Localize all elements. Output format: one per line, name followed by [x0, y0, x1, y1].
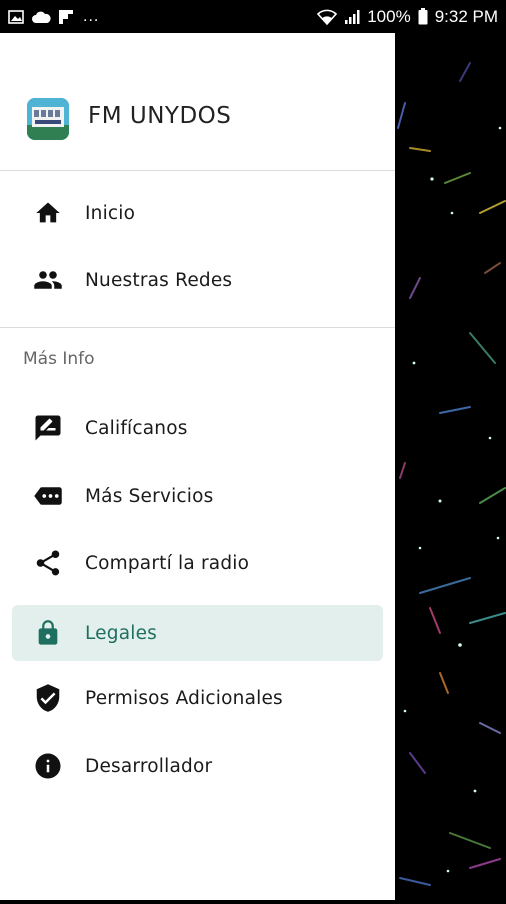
clock: 9:32 PM	[434, 6, 498, 26]
nav-item-nuestras-redes[interactable]: Nuestras Redes	[12, 252, 383, 308]
home-icon	[32, 197, 64, 229]
image-notification-icon	[8, 9, 24, 25]
nav-item-label: Inicio	[85, 202, 136, 224]
nav-item-label: Legales	[85, 622, 158, 644]
nav-item-label: Compartí la radio	[85, 552, 250, 574]
share-icon	[32, 547, 64, 579]
nav-item-label: Permisos Adicionales	[85, 687, 283, 709]
section-divider	[0, 327, 395, 328]
label-tag-icon	[32, 480, 64, 512]
drawer-header: FM UNYDOS	[0, 33, 395, 171]
signal-icon	[344, 9, 360, 25]
nav-item-label: Desarrollador	[85, 755, 213, 777]
status-bar: ... 100% 9:32 PM	[0, 0, 506, 33]
info-icon	[32, 750, 64, 782]
status-left: ...	[8, 8, 99, 26]
nav-item-desarrollador[interactable]: Desarrollador	[12, 738, 383, 794]
cloud-notification-icon	[31, 10, 51, 24]
wifi-icon	[317, 9, 338, 25]
nav-item-inicio[interactable]: Inicio	[12, 185, 383, 241]
flipboard-notification-icon	[58, 9, 74, 25]
nav-item-label: Califícanos	[85, 417, 188, 439]
battery-percent: 100%	[367, 6, 411, 26]
nav-item-permisos-adicionales[interactable]: Permisos Adicionales	[12, 670, 383, 726]
nav-item-comparti-la-radio[interactable]: Compartí la radio	[12, 535, 383, 591]
verified-shield-icon	[32, 682, 64, 714]
nav-item-label: Nuestras Redes	[85, 269, 233, 291]
nav-item-legales[interactable]: Legales	[12, 605, 383, 661]
lock-icon	[32, 617, 64, 649]
status-right: 100% 9:32 PM	[317, 7, 498, 27]
navigation-drawer: FM UNYDOS Inicio Nuestras Redes Más Info…	[0, 33, 395, 900]
app-logo	[27, 98, 69, 140]
app-name: FM UNYDOS	[88, 103, 232, 129]
nav-item-label: Más Servicios	[85, 485, 214, 507]
nav-item-calificanos[interactable]: Califícanos	[12, 400, 383, 456]
more-notifications: ...	[83, 7, 100, 25]
nav-item-mas-servicios[interactable]: Más Servicios	[12, 468, 383, 524]
rate-review-icon	[32, 412, 64, 444]
battery-icon	[418, 8, 428, 25]
section-title: Más Info	[23, 349, 95, 369]
people-icon	[32, 264, 64, 296]
